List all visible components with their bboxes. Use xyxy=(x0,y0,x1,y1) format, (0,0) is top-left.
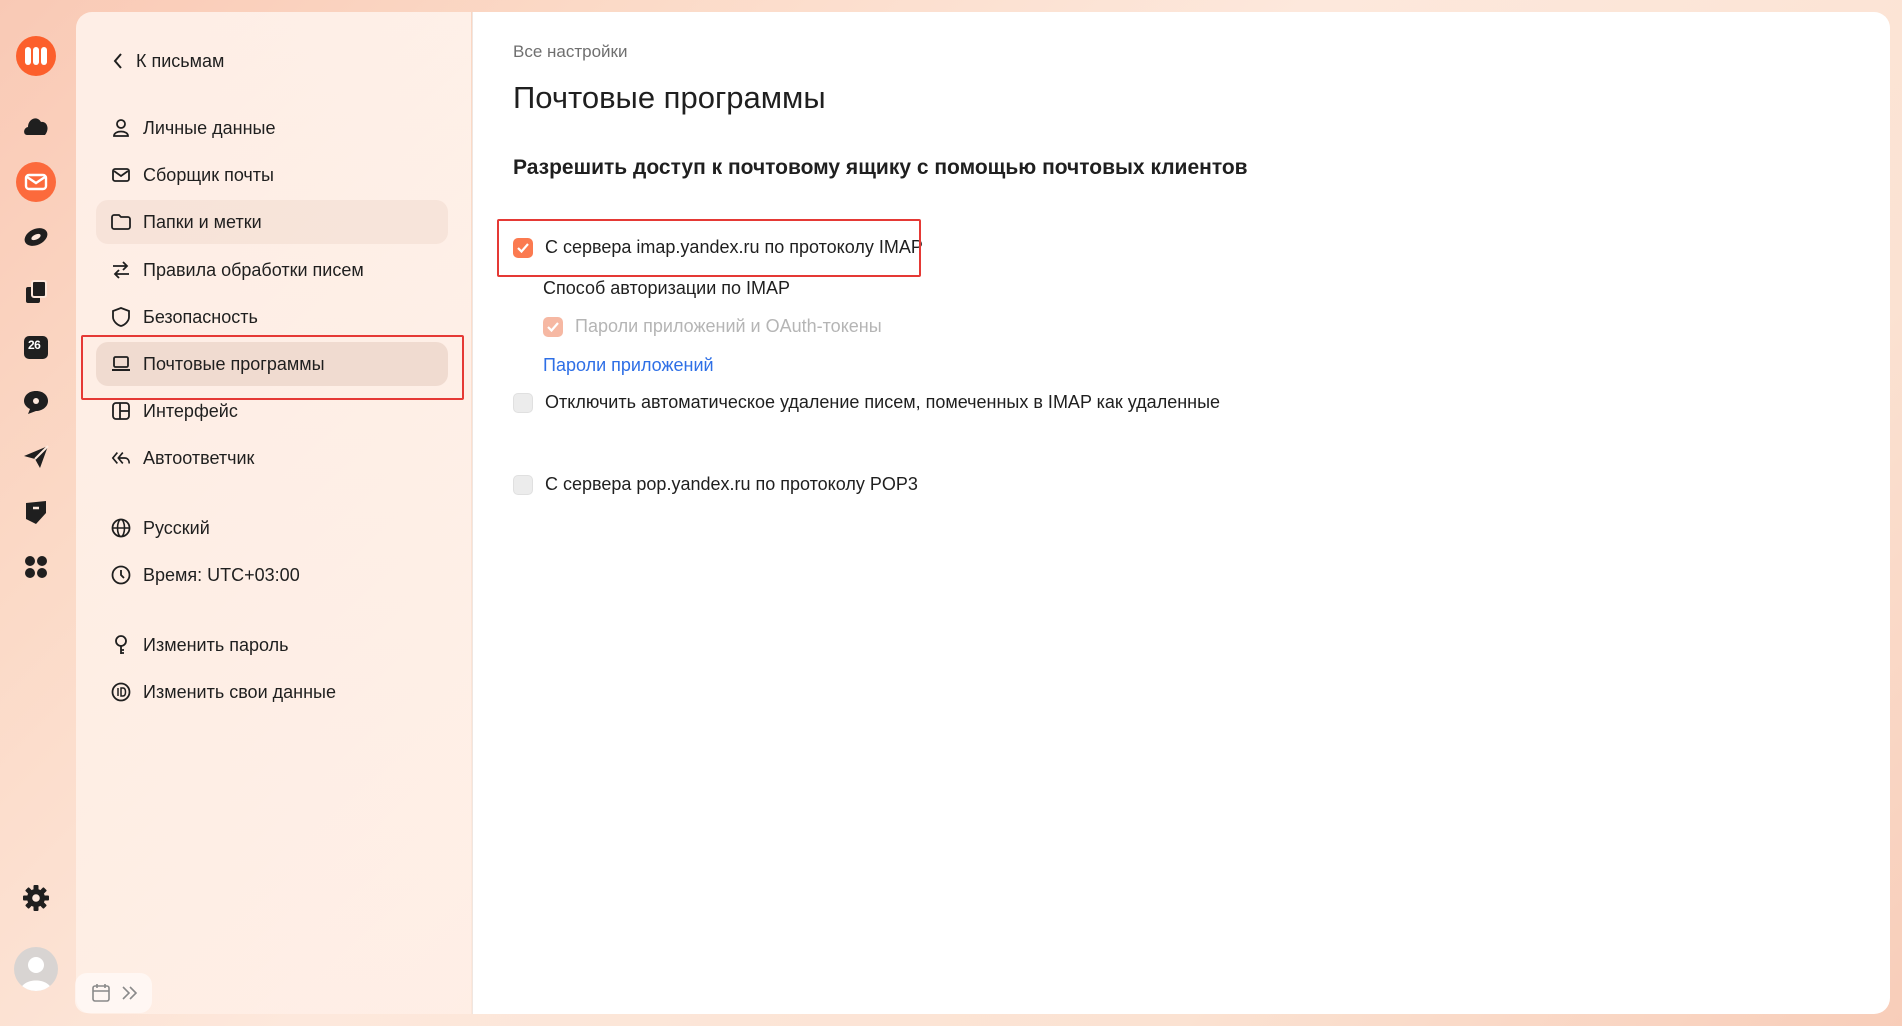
cloud-icon[interactable] xyxy=(15,105,57,147)
chevron-left-icon xyxy=(113,53,122,69)
app-passwords-oauth-option[interactable]: Пароли приложений и OAuth-токены xyxy=(543,316,882,337)
nav-item-label: Автоответчик xyxy=(143,447,255,468)
shield-icon xyxy=(111,307,131,327)
nav-item-label: Безопасность xyxy=(143,306,258,327)
nav-item-label: Интерфейс xyxy=(143,400,238,421)
check-icon xyxy=(517,242,529,253)
imap-option[interactable]: С сервера imap.yandex.ru по протоколу IM… xyxy=(513,237,923,258)
change-data-link[interactable]: Изменить свои данные xyxy=(96,670,448,714)
laptop-icon xyxy=(111,354,131,374)
breadcrumb-all-settings[interactable]: Все настройки xyxy=(513,42,627,62)
language-label: Русский xyxy=(143,517,210,538)
imap-label: С сервера imap.yandex.ru по протоколу IM… xyxy=(545,237,923,257)
globe-icon xyxy=(111,518,131,538)
nav-item-label: Сборщик почты xyxy=(143,164,274,185)
back-to-mail-link[interactable]: К письмам xyxy=(112,46,224,76)
settings-nav: К письмам Личные данные Сборщик почты Па… xyxy=(76,12,471,1014)
pop3-option[interactable]: С сервера pop.yandex.ru по протоколу POP… xyxy=(513,474,918,495)
telemost-icon[interactable] xyxy=(15,436,57,478)
app-rail: 26 xyxy=(0,0,74,1026)
collapse-sidebar-button[interactable] xyxy=(75,973,152,1013)
disable-auto-delete-option[interactable]: Отключить автоматическое удаление писем,… xyxy=(513,392,1220,413)
change-password-label: Изменить пароль xyxy=(143,634,289,655)
timezone-selector[interactable]: Время: UTC+03:00 xyxy=(96,553,448,597)
messenger-icon[interactable] xyxy=(15,216,57,258)
nav-item-mail-collector[interactable]: Сборщик почты xyxy=(96,153,448,197)
disable-auto-delete-label: Отключить автоматическое удаление писем,… xyxy=(545,392,1221,412)
logo-icon[interactable] xyxy=(15,35,57,77)
app-passwords-oauth-checkbox[interactable] xyxy=(543,316,563,337)
imap-checkbox[interactable] xyxy=(513,237,533,258)
folder-icon xyxy=(111,212,131,232)
chat-icon[interactable] xyxy=(15,381,57,423)
nav-item-personal-data[interactable]: Личные данные xyxy=(96,106,448,150)
settings-content: Все настройки Почтовые программы Разреши… xyxy=(472,12,1890,1014)
calendar-badge: 26 xyxy=(28,338,41,352)
layout-icon xyxy=(111,401,131,421)
calendar-icon[interactable]: 26 xyxy=(15,326,57,368)
nav-item-label: Почтовые программы xyxy=(143,353,325,374)
app-passwords-link[interactable]: Пароли приложений xyxy=(543,355,714,376)
double-chevron-right-icon xyxy=(121,986,137,1000)
imap-auth-label: Способ авторизации по IMAP xyxy=(543,278,791,298)
language-selector[interactable]: Русский xyxy=(96,506,448,550)
documents-icon[interactable] xyxy=(15,271,57,313)
disable-auto-delete-checkbox[interactable] xyxy=(513,392,533,413)
id-card-icon xyxy=(111,682,131,702)
nav-item-autoresponder[interactable]: Автоответчик xyxy=(96,436,448,480)
mail-collector-icon xyxy=(111,165,131,185)
key-icon xyxy=(111,635,131,655)
calendar-add-icon xyxy=(91,984,110,1002)
user-icon xyxy=(111,118,131,138)
nav-item-interface[interactable]: Интерфейс xyxy=(96,389,448,433)
check-icon xyxy=(547,321,559,332)
page-title: Почтовые программы xyxy=(513,80,826,115)
nav-item-security[interactable]: Безопасность xyxy=(96,295,448,339)
settings-icon[interactable] xyxy=(15,877,57,919)
nav-item-mail-rules[interactable]: Правила обработки писем xyxy=(96,248,448,292)
app-passwords-oauth-label: Пароли приложений и OAuth-токены xyxy=(575,316,882,336)
change-password-link[interactable]: Изменить пароль xyxy=(96,623,448,667)
nav-item-mail-programs[interactable]: Почтовые программы xyxy=(96,342,448,386)
change-data-label: Изменить свои данные xyxy=(143,681,336,702)
reply-all-icon xyxy=(111,448,131,468)
avatar[interactable] xyxy=(14,947,58,991)
nav-item-label: Правила обработки писем xyxy=(143,259,364,280)
notes-icon[interactable] xyxy=(15,491,57,533)
mail-icon[interactable] xyxy=(15,161,57,203)
back-label: К письмам xyxy=(136,50,225,71)
nav-item-label: Личные данные xyxy=(143,117,276,138)
rules-icon xyxy=(111,260,131,280)
pop3-checkbox[interactable] xyxy=(513,474,533,495)
apps-icon[interactable] xyxy=(15,546,57,588)
timezone-label: Время: UTC+03:00 xyxy=(143,564,300,585)
nav-item-folders-labels[interactable]: Папки и метки xyxy=(96,200,448,244)
section-title: Разрешить доступ к почтовому ящику с пом… xyxy=(513,156,1248,179)
nav-item-label: Папки и метки xyxy=(143,211,262,232)
pop3-label: С сервера pop.yandex.ru по протоколу POP… xyxy=(545,474,918,494)
clock-icon xyxy=(111,565,131,585)
